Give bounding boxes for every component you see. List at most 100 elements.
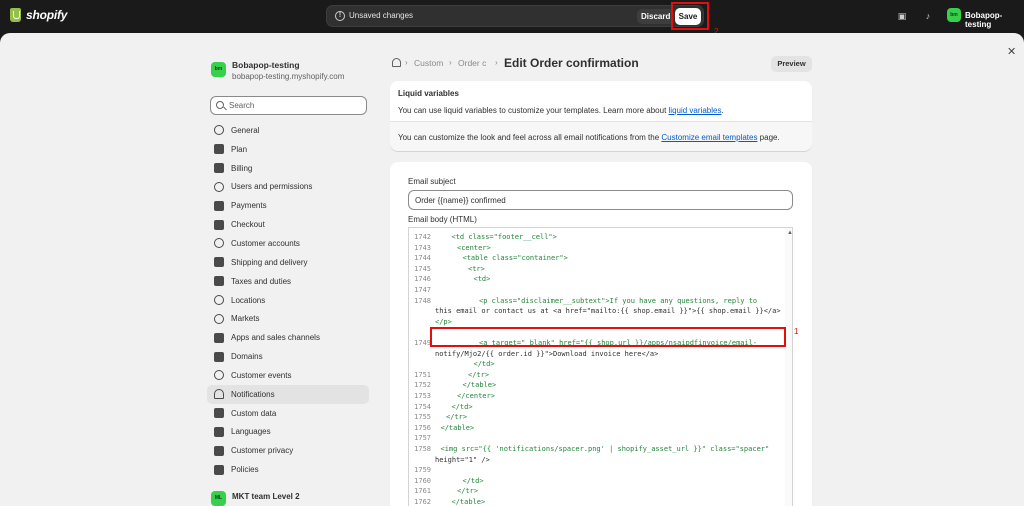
scrollbar[interactable] xyxy=(785,228,792,506)
sidebar-item-shipping-and-delivery[interactable]: Shipping and delivery xyxy=(207,253,369,272)
customize-email-templates-link[interactable]: Customize email templates xyxy=(661,133,757,142)
events-icon xyxy=(214,370,224,381)
line-number: 1749 xyxy=(414,339,431,347)
code-line: 1757 xyxy=(409,433,785,443)
notification-bell-icon[interactable]: ♪ xyxy=(922,10,934,22)
sidebar-item-languages[interactable]: Languages xyxy=(207,423,369,442)
sidebar-item-locations[interactable]: Locations xyxy=(207,291,369,310)
search-placeholder: Search xyxy=(229,101,255,110)
code-text: </center> xyxy=(457,392,495,400)
line-number: 1760 xyxy=(414,476,431,485)
code-text: </table> xyxy=(462,381,497,390)
sidebar-item-label: Locations xyxy=(231,295,266,305)
line-number: 1752 xyxy=(414,381,431,390)
other-store-avatar: ML xyxy=(211,491,226,506)
shopify-logo[interactable]: shopify xyxy=(10,8,67,22)
code-line: 1756 </table> xyxy=(409,423,785,433)
code-text: </table> xyxy=(451,498,486,506)
sidebar-item-markets[interactable]: Markets xyxy=(207,309,369,328)
line-number: 1743 xyxy=(414,243,431,252)
line-number: 1755 xyxy=(414,413,431,422)
domains-icon xyxy=(214,351,224,362)
store-name[interactable]: Bobapop-testing xyxy=(965,11,1024,29)
code-line: </td> xyxy=(409,359,785,369)
info-icon: ! xyxy=(335,11,345,21)
scroll-up-icon[interactable]: ▲ xyxy=(787,230,792,236)
sidebar-item-apps-and-sales-channels[interactable]: Apps and sales channels xyxy=(207,328,369,347)
sidebar-item-users-and-permissions[interactable]: Users and permissions xyxy=(207,178,369,197)
code-line: this email or contact us at <a href="mai… xyxy=(409,306,785,316)
main-content: › Custom › Order c › Edit Order confirma… xyxy=(390,50,812,506)
line-number: 1757 xyxy=(414,434,431,443)
sidebar-item-checkout[interactable]: Checkout xyxy=(207,215,369,234)
email-body-label: Email body (HTML) xyxy=(408,215,477,224)
settings-sidebar: bm Bobapop-testing bobapop-testing.mysho… xyxy=(203,50,373,506)
sidebar-item-label: Domains xyxy=(231,352,263,362)
unsaved-changes-label: Unsaved changes xyxy=(349,11,414,20)
globe-icon xyxy=(214,313,224,324)
sidebar-item-billing[interactable]: Billing xyxy=(207,159,369,178)
code-line: 1754 </td> xyxy=(409,402,785,412)
code-line: 1745 <tr> xyxy=(409,264,785,274)
sidebar-item-label: Languages xyxy=(231,427,271,437)
sidebar-item-customer-events[interactable]: Customer events xyxy=(207,366,369,385)
bell-icon[interactable] xyxy=(392,58,401,67)
sidebar-item-customer-accounts[interactable]: Customer accounts xyxy=(207,234,369,253)
code-line: 1760 </td> xyxy=(409,476,785,486)
sidebar-item-notifications[interactable]: Notifications xyxy=(207,384,369,404)
code-text: <img src="{{ 'notifications/spacer.png' … xyxy=(440,445,770,453)
sidebar-item-taxes-and-duties[interactable]: Taxes and duties xyxy=(207,272,369,291)
sidebar-item-policies[interactable]: Policies xyxy=(207,460,369,479)
code-line: 1744 <table class="container"> xyxy=(409,253,785,263)
breadcrumb-customize[interactable]: Custom xyxy=(414,58,443,68)
person-icon xyxy=(214,238,224,249)
code-line: 1755 </tr> xyxy=(409,412,785,422)
store-avatar: bm xyxy=(211,62,226,77)
sidebar-item-plan[interactable]: Plan xyxy=(207,140,369,159)
sidebar-item-domains[interactable]: Domains xyxy=(207,347,369,366)
code-line: 1759 xyxy=(409,465,785,475)
code-text: </tr> xyxy=(446,413,468,422)
code-text: </tr> xyxy=(457,487,479,496)
language-icon xyxy=(214,426,224,437)
code-text: <center> xyxy=(457,243,491,252)
line-number: 1754 xyxy=(414,402,431,411)
policies-icon xyxy=(214,464,224,475)
line-number: 1745 xyxy=(414,264,431,273)
avatar[interactable]: bm xyxy=(947,8,961,22)
plan-icon xyxy=(214,144,224,155)
code-line: 1743 <center> xyxy=(409,243,785,253)
sidebar-item-label: Shipping and delivery xyxy=(231,257,308,267)
tax-icon xyxy=(214,276,224,287)
store-card[interactable]: bm Bobapop-testing bobapop-testing.mysho… xyxy=(203,50,373,90)
sidebar-item-custom-data[interactable]: Custom data xyxy=(207,404,369,423)
data-icon xyxy=(214,408,224,419)
email-subject-field[interactable]: Order {{name}} confirmed xyxy=(408,190,793,210)
other-store[interactable]: ML MKT team Level 2 xyxy=(203,485,373,506)
close-icon[interactable]: ✕ xyxy=(1007,45,1016,58)
search-input[interactable]: Search xyxy=(210,96,367,115)
preview-button[interactable]: Preview xyxy=(771,56,812,72)
store-switch-icon[interactable]: ▣ xyxy=(896,10,908,22)
users-icon xyxy=(214,181,224,192)
code-editor[interactable]: ▲ 1742 <td class="footer__cell"> 1743 <cent… xyxy=(408,227,793,506)
breadcrumb-separator-icon: › xyxy=(449,58,452,67)
code-text: </table> xyxy=(440,423,475,432)
line-number: 1751 xyxy=(414,370,431,379)
code-text: <table class="container"> xyxy=(462,254,568,263)
sidebar-item-customer-privacy[interactable]: Customer privacy xyxy=(207,441,369,460)
sidebar-item-label: Plan xyxy=(231,144,248,154)
liquid-variables-link[interactable]: liquid variables xyxy=(669,106,722,115)
sidebar-item-general[interactable]: General xyxy=(207,121,369,140)
code-line: </p> xyxy=(409,317,785,327)
code-line: 1762 </table> xyxy=(409,497,785,506)
code-line: 1748 <p class="disclaimer__subtext">If yo… xyxy=(409,296,785,306)
discard-button[interactable]: Discard xyxy=(637,9,675,24)
sidebar-item-payments[interactable]: Payments xyxy=(207,196,369,215)
apps-icon xyxy=(214,332,224,343)
line-number: 1758 xyxy=(414,445,431,453)
code-line: 1751 </tr> xyxy=(409,370,785,380)
line-number: 1759 xyxy=(414,466,431,475)
breadcrumb-order[interactable]: Order c xyxy=(458,58,486,68)
card-title: Liquid variables xyxy=(398,89,459,98)
